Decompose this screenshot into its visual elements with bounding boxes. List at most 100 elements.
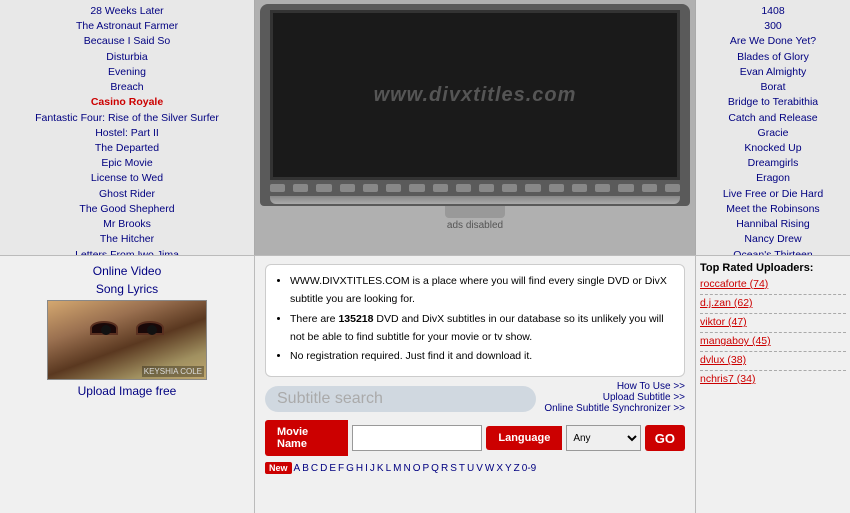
right-sidebar-movie-link[interactable]: Are We Done Yet?: [698, 34, 848, 49]
alpha-letter-link[interactable]: Z: [514, 463, 520, 474]
left-sidebar-movie-link[interactable]: The Hitcher: [0, 232, 254, 247]
left-sidebar-movie-link[interactable]: The Good Shepherd: [0, 202, 254, 217]
upload-subtitle-link[interactable]: Upload Subtitle >>: [603, 392, 685, 403]
uploaders-list: roccaforte (74) d.j.zan (62) viktor (47) ma…: [700, 278, 846, 385]
left-sidebar-movie-link[interactable]: Fantastic Four: Rise of the Silver Surfe…: [0, 111, 254, 126]
film-hole: [549, 184, 564, 192]
right-sidebar-movie-link[interactable]: Eragon: [698, 171, 848, 186]
alpha-letter-link[interactable]: C: [311, 463, 318, 474]
uploader-link[interactable]: viktor (47): [700, 316, 747, 328]
uploader-item: d.j.zan (62): [700, 297, 846, 309]
alpha-letter-link[interactable]: 0-9: [522, 463, 536, 474]
tv-stand: [445, 206, 505, 218]
right-sidebar-movie-link[interactable]: Live Free or Die Hard: [698, 187, 848, 202]
left-sidebar-movie-link[interactable]: Evening: [0, 65, 254, 80]
language-select[interactable]: Any English French German Spanish: [566, 425, 640, 451]
right-sidebar-movie-link[interactable]: Dreamgirls: [698, 156, 848, 171]
uploader-link[interactable]: mangaboy (45): [700, 335, 771, 347]
alpha-letter-link[interactable]: Q: [431, 463, 439, 474]
right-sidebar-movie-link[interactable]: Nancy Drew: [698, 232, 848, 247]
right-sidebar-movie-link[interactable]: Borat: [698, 80, 848, 95]
alpha-letter-link[interactable]: W: [485, 463, 494, 474]
right-sidebar-movie-link[interactable]: Evan Almighty: [698, 65, 848, 80]
uploader-item: dvlux (38): [700, 354, 846, 366]
upload-image-link[interactable]: Upload Image free: [78, 384, 177, 398]
alpha-letter-link[interactable]: H: [356, 463, 363, 474]
alpha-letter-link[interactable]: R: [441, 463, 448, 474]
alpha-letter-link[interactable]: A: [294, 463, 301, 474]
bottom-right-panel: Top Rated Uploaders: roccaforte (74)d.j.…: [695, 256, 850, 513]
film-hole: [595, 184, 610, 192]
go-button[interactable]: GO: [645, 425, 685, 451]
left-sidebar-movie-link[interactable]: Ghost Rider: [0, 187, 254, 202]
alpha-letter-link[interactable]: J: [370, 463, 375, 474]
left-sidebar-movie-link[interactable]: Hostel: Part II: [0, 126, 254, 141]
song-lyrics-link[interactable]: Song Lyrics: [96, 282, 158, 296]
count-prefix: There are: [290, 313, 336, 325]
alpha-letter-link[interactable]: T: [459, 463, 465, 474]
left-sidebar-movie-link[interactable]: Mr Brooks: [0, 217, 254, 232]
film-hole: [665, 184, 680, 192]
site-description: WWW.DIVXTITLES.COM is a place where you …: [290, 275, 667, 305]
alpha-letter-link[interactable]: I: [365, 463, 368, 474]
alpha-letter-link[interactable]: U: [467, 463, 474, 474]
film-hole: [433, 184, 448, 192]
left-sidebar-movie-link[interactable]: Letters From Iwo Jima: [0, 248, 254, 256]
info-item-1: WWW.DIVXTITLES.COM is a place where you …: [290, 273, 674, 309]
left-sidebar-movie-link[interactable]: The Astronaut Farmer: [0, 19, 254, 34]
right-sidebar-movie-link[interactable]: Meet the Robinsons: [698, 202, 848, 217]
film-hole: [316, 184, 331, 192]
uploader-link[interactable]: dvlux (38): [700, 354, 746, 366]
alpha-letter-link[interactable]: B: [302, 463, 309, 474]
left-sidebar-movie-link[interactable]: 28 Weeks Later: [0, 4, 254, 19]
alpha-letter-link[interactable]: Y: [505, 463, 512, 474]
right-sidebar-movie-link[interactable]: 1408: [698, 4, 848, 19]
alpha-letter-link[interactable]: S: [450, 463, 457, 474]
left-sidebar-movie-link[interactable]: Breach: [0, 80, 254, 95]
online-video-link[interactable]: Online Video: [93, 264, 162, 278]
alpha-letter-link[interactable]: F: [338, 463, 344, 474]
how-to-use-link[interactable]: How To Use >>: [617, 381, 685, 392]
center-tv-area: www.divxtitles.com: [255, 0, 695, 255]
right-sidebar-movie-link[interactable]: Bridge to Terabithia: [698, 95, 848, 110]
film-hole: [340, 184, 355, 192]
alpha-letter-link[interactable]: V: [476, 463, 483, 474]
alpha-letter-link[interactable]: G: [346, 463, 354, 474]
tv-frame: www.divxtitles.com: [260, 4, 690, 206]
movie-name-input[interactable]: [352, 425, 482, 451]
alpha-letter-link[interactable]: N: [403, 463, 410, 474]
right-sidebar-movie-link[interactable]: Ocean's Thirteen: [698, 248, 848, 256]
uploader-divider: [700, 351, 846, 352]
alpha-letter-link[interactable]: P: [423, 463, 430, 474]
info-box: WWW.DIVXTITLES.COM is a place where you …: [265, 264, 685, 377]
uploader-link[interactable]: roccaforte (74): [700, 278, 768, 290]
alpha-letter-link[interactable]: D: [320, 463, 327, 474]
left-sidebar-movie-link[interactable]: License to Wed: [0, 171, 254, 186]
film-hole: [386, 184, 401, 192]
subtitle-count: 135218: [338, 313, 373, 325]
left-sidebar-movie-link[interactable]: Casino Royale: [0, 95, 254, 110]
online-synchronizer-link[interactable]: Online Subtitle Synchronizer >>: [544, 403, 685, 414]
left-sidebar: 28 Weeks LaterThe Astronaut FarmerBecaus…: [0, 0, 255, 255]
left-sidebar-movie-link[interactable]: Epic Movie: [0, 156, 254, 171]
film-hole: [270, 184, 285, 192]
right-sidebar-movie-link[interactable]: Hannibal Rising: [698, 217, 848, 232]
alpha-letter-link[interactable]: L: [386, 463, 392, 474]
alpha-letter-link[interactable]: K: [377, 463, 384, 474]
alpha-letter-link[interactable]: E: [329, 463, 336, 474]
right-sidebar-movie-link[interactable]: Gracie: [698, 126, 848, 141]
right-sidebar-movie-link[interactable]: Catch and Release: [698, 111, 848, 126]
right-sidebar-movie-link[interactable]: Knocked Up: [698, 141, 848, 156]
left-sidebar-movie-link[interactable]: The Departed: [0, 141, 254, 156]
right-sidebar-movie-link[interactable]: 300: [698, 19, 848, 34]
right-sidebar-movie-link[interactable]: Blades of Glory: [698, 50, 848, 65]
uploader-link[interactable]: nchris7 (34): [700, 373, 755, 385]
alpha-letter-link[interactable]: X: [496, 463, 503, 474]
alpha-letter-link[interactable]: M: [393, 463, 401, 474]
uploader-link[interactable]: d.j.zan (62): [700, 297, 753, 309]
left-sidebar-movie-link[interactable]: Because I Said So: [0, 34, 254, 49]
alpha-letter-link[interactable]: O: [413, 463, 421, 474]
left-sidebar-movie-link[interactable]: Disturbia: [0, 50, 254, 65]
film-strip-top: [270, 180, 680, 196]
uploader-item: nchris7 (34): [700, 373, 846, 385]
